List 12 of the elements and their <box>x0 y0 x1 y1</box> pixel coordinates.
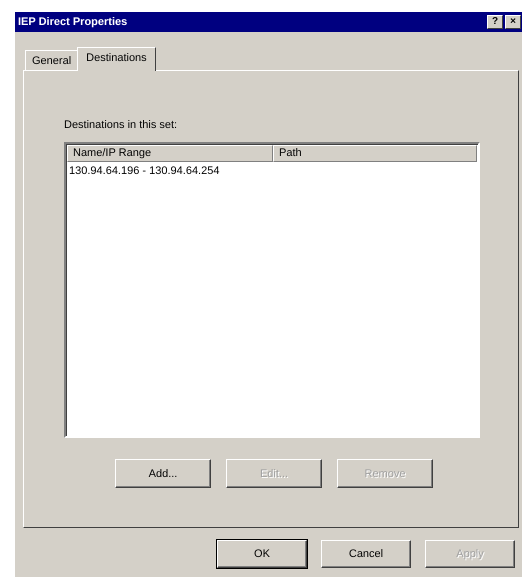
list-item[interactable]: 130.94.64.196 - 130.94.64.254 <box>69 165 220 177</box>
dialog-button[interactable]: Cancel <box>321 540 411 568</box>
list-label: Destinations in this set: <box>64 119 178 131</box>
column-header[interactable]: Path <box>273 145 477 162</box>
window-title: IEP Direct Properties <box>18 16 128 28</box>
column-header[interactable]: Name/IP Range <box>67 145 273 162</box>
help-button[interactable]: ? <box>487 15 503 29</box>
close-button[interactable]: × <box>505 15 521 29</box>
tab[interactable]: General <box>25 50 78 70</box>
tab[interactable]: Destinations <box>77 47 156 71</box>
list-button[interactable]: Add... <box>115 459 211 488</box>
dialog-button[interactable]: OK <box>217 540 307 568</box>
